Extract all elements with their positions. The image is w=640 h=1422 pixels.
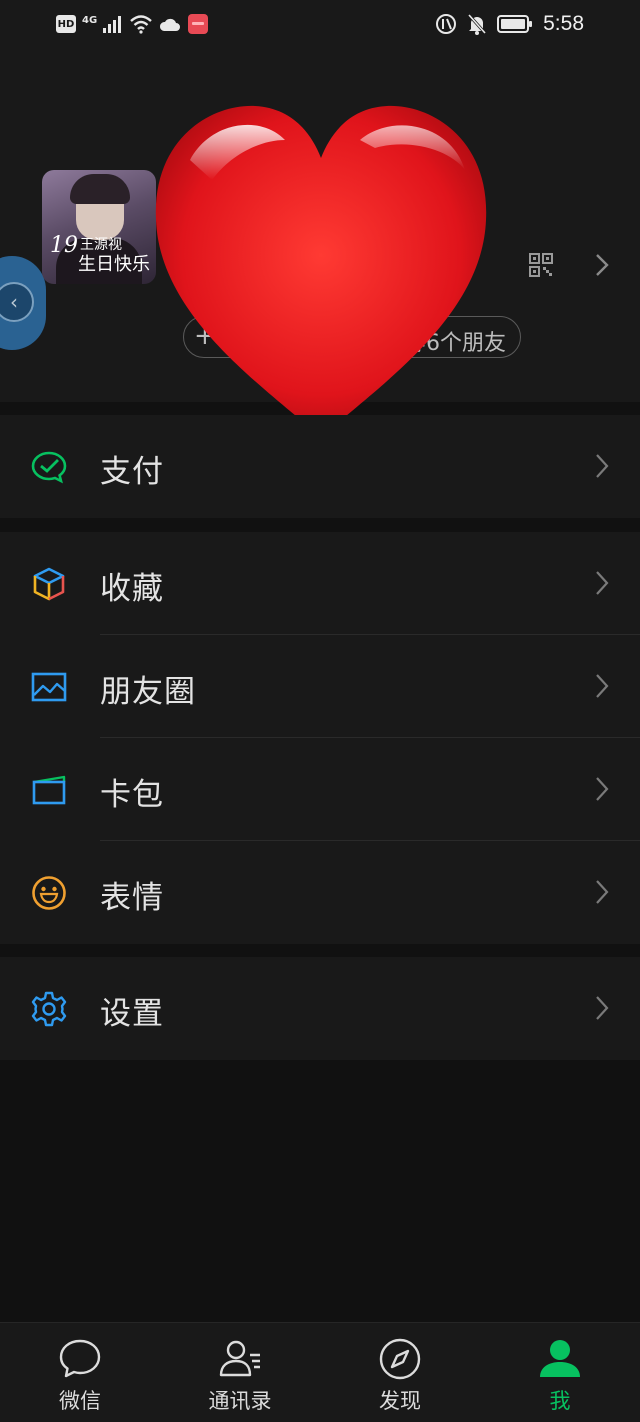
person-icon [540, 1340, 580, 1377]
smiley-icon [32, 876, 66, 910]
status-right: 5:58 [435, 12, 584, 36]
heart-sticker [155, 105, 487, 439]
menu-item-pay[interactable]: 支付 [0, 415, 640, 518]
menu-item-label: 朋友圈 [100, 674, 196, 710]
menu-item-cards[interactable]: 卡包 [0, 738, 640, 841]
avatar[interactable]: 19 王源视 生日快乐 [42, 170, 156, 284]
cube-icon [33, 567, 65, 601]
wechat-pay-icon [31, 451, 67, 484]
tab-me[interactable]: 我 [480, 1323, 640, 1422]
menu-item-label: 卡包 [100, 777, 164, 813]
status-bar: HD 4G 5:58 [0, 0, 640, 48]
menu-item-label: 表情 [100, 880, 164, 916]
tab-chats[interactable]: 微信 [0, 1323, 160, 1422]
clock: 5:58 [543, 12, 584, 35]
image-icon [31, 672, 67, 702]
avatar-caption: 19 王源视 生日快乐 [50, 233, 150, 274]
chevron-right-icon [596, 777, 609, 801]
avatar-caption-line1: 王源视 [80, 237, 122, 253]
menu-item-label: 收藏 [100, 571, 164, 607]
menu-item-moments[interactable]: 朋友圈 [0, 635, 640, 738]
chevron-right-icon [596, 454, 609, 478]
section-services: 收藏 朋友圈 卡包 表情 [0, 532, 640, 944]
wallet-card-icon [32, 775, 66, 805]
network-type: 4G [82, 14, 98, 26]
menu-item-stickers[interactable]: 表情 [0, 841, 640, 944]
avatar-caption-line2: 生日快乐 [78, 254, 150, 275]
signal-icon [103, 16, 122, 33]
section-pay: 支付 [0, 415, 640, 518]
app-notification-icon [188, 14, 209, 34]
menu-item-label: 设置 [100, 996, 164, 1032]
avatar-caption-number: 19 [50, 233, 78, 258]
bottom-nav: 微信 通讯录 发现 我 [0, 1322, 640, 1422]
menu-item-label: 支付 [100, 454, 164, 490]
battery-icon [497, 15, 533, 33]
chevron-right-icon [596, 571, 609, 595]
chat-bubble-icon [59, 1339, 101, 1378]
floating-back-bubble[interactable]: ‹ [0, 256, 46, 350]
data-saver-icon [436, 14, 457, 34]
tab-label: 通讯录 [208, 1389, 272, 1413]
status-left: HD 4G [56, 12, 209, 36]
cloud-icon [160, 18, 181, 31]
compass-icon [379, 1338, 421, 1380]
contacts-icon [219, 1340, 260, 1377]
hd-badge: HD [56, 15, 76, 33]
back-arrow-icon: ‹ [0, 282, 34, 322]
chevron-right-icon [596, 880, 609, 904]
chevron-right-icon [596, 996, 609, 1020]
section-settings: 设置 [0, 957, 640, 1060]
mute-bell-icon [468, 14, 487, 35]
avatar-hair [70, 174, 130, 204]
qr-code-icon[interactable] [529, 253, 553, 277]
menu-item-favorites[interactable]: 收藏 [0, 532, 640, 635]
tab-label: 发现 [379, 1389, 421, 1413]
menu-item-settings[interactable]: 设置 [0, 957, 640, 1060]
gear-icon [31, 991, 67, 1027]
profile-chevron-icon[interactable] [594, 252, 610, 278]
chevron-right-icon [596, 674, 609, 698]
tab-label: 微信 [59, 1389, 101, 1413]
tab-discover[interactable]: 发现 [320, 1323, 480, 1422]
tab-label: 我 [549, 1389, 571, 1413]
wifi-icon [130, 15, 152, 34]
tab-contacts[interactable]: 通讯录 [160, 1323, 320, 1422]
profile-header: ‹ 19 王源视 生日快乐 + 等6个朋友 [0, 48, 640, 439]
